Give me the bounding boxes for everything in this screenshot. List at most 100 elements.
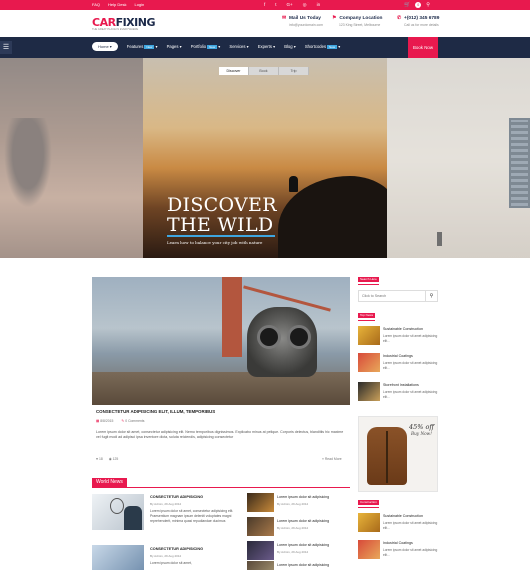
social-links: f t G+ ◎ in [264,2,320,8]
nav-blog[interactable]: Blog ▾ [284,44,296,49]
read-more-link[interactable]: » Read More [322,457,342,461]
top-news-item-text: Lorem ipsum dolor sit amet adipisicing e… [383,390,438,399]
construction-thumb[interactable] [358,540,380,559]
nav-blog-label: Blog [284,44,293,49]
cart-icon[interactable]: 🛒 [404,2,410,8]
surfer-silhouette [437,232,442,246]
top-news-item-text: Lorem ipsum dolor sit amet adipisicing e… [383,361,438,370]
post-title[interactable]: CONSECTETUR ADIPISICING ELIT, ILLUM, TEM… [96,409,215,414]
hero-slider: Discover Book Trip DISCOVER THE WILD Lea… [0,58,530,258]
faq-link[interactable]: FAQ [92,2,100,7]
world-news-item-meta: By Admin, 29 Aug 2012 [150,502,182,506]
leather-jacket-image [367,427,407,485]
binocular-viewer [247,307,317,377]
top-bar: FAQ Help Desk Login f t G+ ◎ in 🛒 0 ⚲ [0,0,530,10]
nav-home[interactable]: Home ▾ [92,42,118,51]
bridge-tower [222,277,242,357]
post-stats: ♥ 18 ◉ 125 [96,457,118,461]
construction-item-title[interactable]: Industrial Coatings [383,541,413,545]
nav-shortcodes[interactable]: Shortcodes New ▾ [305,44,340,49]
new-badge: New [327,45,338,49]
top-news-title: Top News [358,313,376,318]
world-news-item-text: Lorem ipsum dolor sit amet, [150,561,192,565]
featured-post-image[interactable] [92,277,350,405]
twitter-icon[interactable]: t [275,2,276,8]
contact-location-title: Company Location [339,16,383,21]
nav-pages[interactable]: Pages ▾ [167,44,182,49]
main-nav: ☰ Home ▾ Features New ▾ Pages ▾ Portfolio… [0,37,530,58]
nav-services[interactable]: Services ▾ [229,44,248,49]
top-news-item-title[interactable]: Industrial Coatings [383,354,413,358]
top-news-item-title[interactable]: Storefront Installations [383,383,419,387]
hero-slide-right[interactable] [387,58,530,258]
news-thumb-small[interactable] [247,517,274,536]
world-news-side-meta: By Admin, 29 Aug 2012 [277,502,309,506]
hero-slide-left[interactable] [0,58,143,258]
construction-item-text: Lorem ipsum dolor sit amet adipisicing e… [383,548,438,557]
news-thumb-office[interactable] [92,545,144,570]
news-thumb-small[interactable] [247,561,274,570]
world-news-side-title[interactable]: Lorem ipsum dolor sit adipisicing [277,563,329,567]
nav-features-label: Features [126,44,144,49]
nav-services-label: Services [229,44,246,49]
construction-thumb[interactable] [358,513,380,532]
likes[interactable]: ♥ 18 [96,457,103,461]
world-news-side-title[interactable]: Lorem ipsum dolor sit adipisicing [277,543,329,547]
tab-discover[interactable]: Discover [219,67,249,75]
tab-trip[interactable]: Trip [279,67,309,75]
motorcycle-rider-image [4,118,52,208]
location-icon: ⚑ [332,16,337,21]
hero-title-line2: THE WILD [167,214,274,236]
login-link[interactable]: Login [134,2,144,7]
world-news-item-title[interactable]: CONSECTETUR ADIPISICING [150,495,203,499]
search-input[interactable] [359,291,425,301]
instagram-icon[interactable]: ◎ [303,2,307,8]
news-thumb-small[interactable] [247,493,274,512]
linkedin-icon[interactable]: in [317,2,321,8]
hero-subtitle: Learn how to balance your city job with … [167,240,263,245]
top-news-thumb[interactable] [358,382,380,401]
help-desk-link[interactable]: Help Desk [108,2,126,7]
contact-mail-sub: info@yourdomain.com [289,23,323,27]
top-news-thumb[interactable] [358,326,380,345]
search-widget-label: Search Here [358,276,379,285]
nav-experts[interactable]: Experts ▾ [258,44,275,49]
news-thumb-small[interactable] [247,541,274,560]
cart-count-badge: 0 [415,1,422,8]
top-news-thumb[interactable] [358,353,380,372]
building-image [509,118,530,208]
search-widget-title: Search Here [358,277,379,282]
post-excerpt: Lorem ipsum dolor sit amet, consectetur … [96,430,344,440]
hero-tabs: Discover Book Trip [219,67,309,75]
book-now-button[interactable]: Book Now [408,37,438,58]
world-news-item-title[interactable]: CONSECTETUR ADIPISICING [150,547,203,551]
tab-book[interactable]: Book [249,67,279,75]
site-logo[interactable]: CARFIXING THE GREAT PLACE IN EVERYWHERE [92,16,155,31]
top-news-item-text: Lorem ipsum dolor sit amet adipisicing e… [383,334,438,343]
post-comments[interactable]: ✎0 Comments [121,419,144,423]
search-button[interactable]: ⚲ [425,291,437,301]
world-news-title: World News [92,478,127,488]
world-news-side-title[interactable]: Lorem ipsum dolor sit adipisicing [277,495,329,499]
search-icon[interactable]: ⚲ [426,2,430,8]
jacket-ad-banner[interactable]: 45% off Buy Now! [358,416,438,492]
read-more-label: Read More [324,457,342,461]
facebook-icon[interactable]: f [264,2,265,8]
news-thumb-lightbulb[interactable] [92,494,144,530]
mail-icon: ✉ [282,16,287,21]
nav-portfolio[interactable]: Portfolio New ▾ [191,44,220,49]
nav-features[interactable]: Features New ▾ [127,44,158,49]
google-plus-icon[interactable]: G+ [287,2,293,8]
contact-phone: ✆ +(012) 345 6789 Call us for more detail… [397,16,439,27]
top-news-item-title[interactable]: Sustainable Construction [383,327,423,331]
search-box: ⚲ [358,290,438,302]
construction-item-title[interactable]: Sustainable Construction [383,514,423,518]
world-news-side-meta: By Admin, 29 Aug 2012 [277,526,309,530]
world-news-side-title[interactable]: Lorem ipsum dolor sit adipisicing [277,519,329,523]
person-silhouette [289,176,298,192]
ad-discount: 45% off [409,423,435,431]
post-date-text: 8/8/2015 [100,419,114,423]
ad-buy-now: Buy Now! [411,431,432,436]
side-menu-icon[interactable]: ☰ [0,41,12,54]
world-news-heading: World News [92,478,350,488]
